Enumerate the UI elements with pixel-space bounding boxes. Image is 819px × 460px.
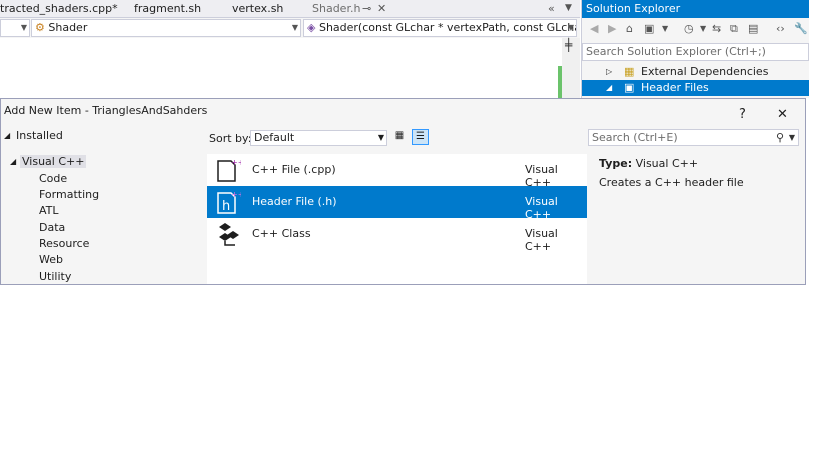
template-category: Visual C++ [525, 227, 558, 253]
folder-icon: ▦ [624, 65, 635, 78]
chevron-down-icon: ▼ [377, 133, 384, 142]
editor-scrollbar[interactable]: ╪ [562, 38, 580, 98]
template-item-cpp-class[interactable]: C++ Class Visual C++ [207, 218, 587, 253]
tree-data[interactable]: Data [39, 221, 65, 234]
solution-explorer-toolbar: ◀ ▶ ⌂ ▣ ▼ ◷ ▼ ⇆ ⧉ ▤ ‹› 🔧 [582, 18, 809, 42]
list-icon: ☰ [416, 131, 425, 142]
template-search-input[interactable]: Search (Ctrl+E) ⚲ ▼ [588, 129, 799, 146]
template-name: C++ File (.cpp) [252, 163, 336, 176]
properties-icon[interactable]: 🔧 [794, 22, 808, 35]
tree-item-label: Header Files [641, 81, 709, 94]
tab-dropdown-icon[interactable]: ▼ [565, 3, 572, 13]
template-name: C++ Class [252, 227, 311, 240]
solution-explorer-title: Solution Explorer [582, 0, 809, 18]
chevron-down-icon[interactable]: ▼ [700, 24, 706, 33]
chevron-down-icon: ▼ [20, 23, 27, 32]
tab-shader-h[interactable]: Shader.h [312, 2, 360, 15]
tree-formatting[interactable]: Formatting [39, 188, 99, 201]
method-icon: ◈ [307, 21, 316, 34]
chevron-down-icon: ▼ [291, 23, 298, 32]
solution-explorer: Solution Explorer ◀ ▶ ⌂ ▣ ▼ ◷ ▼ ⇆ ⧉ ▤ ‹›… [581, 0, 809, 98]
search-icon: ⚲ [775, 131, 784, 144]
sort-bar: Sort by: Default ▼ ▦ ☰ [207, 125, 587, 151]
chevron-down-icon: ▼ [567, 23, 574, 32]
sort-by-combo[interactable]: Default ▼ [250, 130, 387, 146]
show-all-files-icon[interactable]: ▤ [748, 22, 758, 35]
chevron-down-icon: ▼ [788, 133, 795, 142]
tree-item-external-dependencies[interactable]: ▷ ▦ External Dependencies [582, 64, 809, 80]
header-file-icon: h ++ [217, 190, 241, 214]
document-tab-bar: tracted_shaders.cpp* fragment.sh vertex.… [0, 0, 580, 18]
template-category-tree: ◢ Installed ◢ Visual C++ Code Formatting… [1, 125, 206, 285]
template-list: ++ C++ File (.cpp) Visual C++ h ++ Heade… [207, 154, 587, 284]
tree-resource[interactable]: Resource [39, 237, 89, 250]
cpp-file-icon: ++ [217, 158, 241, 182]
tree-visual-cpp-label: Visual C++ [20, 155, 87, 168]
tree-installed[interactable]: Installed [16, 129, 63, 142]
tab-overflow-icon[interactable]: « [548, 2, 555, 15]
folder-icon: ▣ [624, 81, 635, 94]
navigation-bar: ▼ ⚙ Shader ▼ ◈ Shader(const GLchar * ver… [0, 18, 580, 38]
tab-vertex-sh[interactable]: vertex.sh [232, 2, 283, 15]
help-button[interactable]: ? [739, 103, 746, 127]
template-name: Header File (.h) [252, 195, 337, 208]
project-combo[interactable]: ▼ [0, 19, 30, 37]
home-icon[interactable]: ⌂ [626, 22, 633, 35]
medium-icons-view-button[interactable]: ▦ [391, 129, 408, 145]
change-marker [558, 66, 562, 98]
template-item-cpp-file[interactable]: ++ C++ File (.cpp) Visual C++ [207, 154, 587, 189]
search-placeholder: Search (Ctrl+E) [592, 131, 678, 144]
collapse-all-icon[interactable]: ⧉ [730, 22, 738, 36]
cpp-class-icon [219, 223, 239, 246]
sort-label: Sort by: [209, 132, 252, 145]
pin-tab-icon[interactable]: ⊸ [362, 2, 371, 15]
tree-item-header-files[interactable]: ◢ ▣ Header Files [582, 80, 809, 96]
sort-value: Default [254, 131, 295, 144]
code-editor[interactable] [0, 38, 580, 98]
member-combo[interactable]: ◈ Shader(const GLchar * vertexPath, cons… [303, 19, 577, 37]
tree-code[interactable]: Code [39, 172, 67, 185]
collapse-arrow-icon[interactable]: ◢ [4, 131, 10, 140]
collapse-arrow-icon[interactable]: ◢ [606, 80, 612, 96]
dialog-title: Add New Item - TrianglesAndSahders [4, 104, 208, 117]
grid-icon: ▦ [394, 130, 405, 141]
tree-utility[interactable]: Utility [39, 270, 71, 283]
type-value: Visual C++ [635, 157, 699, 170]
svg-text:++: ++ [231, 190, 241, 199]
history-icon[interactable]: ◷ [684, 22, 694, 35]
small-icons-view-button[interactable]: ☰ [412, 129, 429, 145]
class-icon: ⚙ [35, 21, 45, 34]
tab-extracted-shaders[interactable]: tracted_shaders.cpp* [0, 2, 118, 15]
member-combo-value: Shader(const GLchar * vertexPath, const … [318, 21, 576, 34]
close-button[interactable]: ✕ [777, 103, 788, 127]
sync-icon[interactable]: ▣ [644, 22, 654, 35]
class-combo[interactable]: ⚙ Shader ▼ [31, 19, 301, 37]
expand-arrow-icon[interactable]: ▷ [606, 64, 612, 80]
collapse-arrow-icon[interactable]: ◢ [10, 157, 16, 166]
tree-web[interactable]: Web [39, 253, 63, 266]
type-label: Type: [599, 157, 633, 170]
chevron-down-icon[interactable]: ▼ [662, 24, 668, 33]
solution-explorer-search[interactable]: Search Solution Explorer (Ctrl+;) [582, 43, 809, 61]
dialog-title-bar: Add New Item - TrianglesAndSahders ? ✕ [1, 99, 805, 125]
tree-atl[interactable]: ATL [39, 204, 59, 217]
template-description-pane: Type: Visual C++ Creates a C++ header fi… [599, 157, 799, 189]
add-new-item-dialog: Add New Item - TrianglesAndSahders ? ✕ ◢… [0, 98, 806, 285]
close-tab-icon[interactable]: ✕ [377, 2, 386, 15]
template-item-header-file[interactable]: h ++ Header File (.h) Visual C++ [207, 186, 587, 221]
svg-text:++: ++ [231, 158, 241, 167]
tree-item-label: External Dependencies [641, 65, 769, 78]
forward-icon[interactable]: ▶ [608, 22, 616, 35]
split-icon[interactable]: ╪ [565, 38, 572, 52]
template-description: Creates a C++ header file [599, 176, 744, 189]
back-icon[interactable]: ◀ [590, 22, 598, 35]
svg-text:h: h [222, 199, 230, 214]
tree-visual-cpp[interactable]: Visual C++ [20, 155, 87, 168]
pending-changes-icon[interactable]: ⇆ [712, 22, 721, 35]
class-combo-value: Shader [48, 21, 88, 34]
view-code-icon[interactable]: ‹› [776, 22, 785, 35]
tab-fragment-sh[interactable]: fragment.sh [134, 2, 201, 15]
